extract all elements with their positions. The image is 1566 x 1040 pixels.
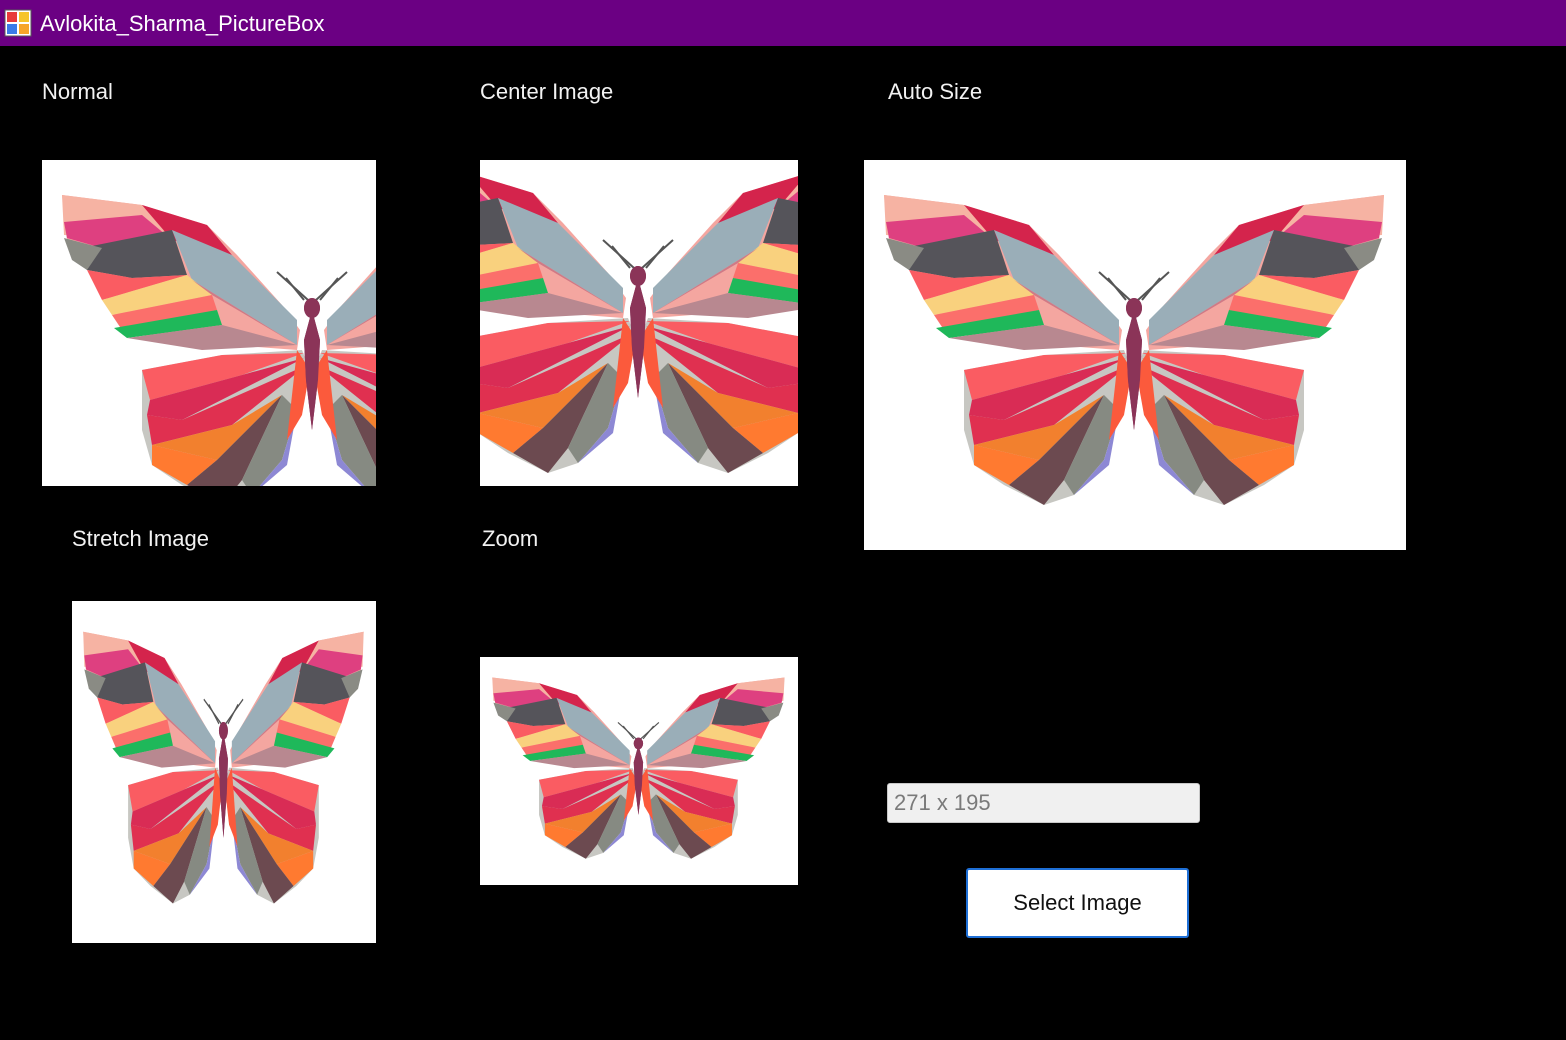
label-center-image: Center Image <box>480 79 614 104</box>
image-size-field[interactable] <box>887 783 1200 823</box>
label-auto-size: Auto Size <box>888 79 983 104</box>
picturebox-auto-size <box>864 160 1406 550</box>
form-client-area: Normal Center Image Auto Size Stretch Im… <box>0 46 1566 1040</box>
picturebox-zoom <box>480 657 798 885</box>
select-image-button[interactable]: Select Image <box>966 868 1189 938</box>
label-stretch-image: Stretch Image <box>72 526 209 551</box>
butterfly-image-normal <box>42 160 376 486</box>
butterfly-image-stretch <box>72 601 376 943</box>
label-normal: Normal <box>42 79 113 104</box>
picturebox-center-image <box>480 160 798 486</box>
butterfly-image-center <box>480 160 798 486</box>
app-icon <box>4 9 32 37</box>
label-zoom: Zoom <box>482 526 539 551</box>
butterfly-image-zoom <box>480 657 798 885</box>
butterfly-image-autosize <box>864 160 1406 550</box>
picturebox-stretch-image <box>72 601 376 943</box>
window-title: Avlokita_Sharma_PictureBox <box>40 11 325 36</box>
picturebox-normal <box>42 160 376 486</box>
title-bar[interactable]: Avlokita_Sharma_PictureBox <box>0 0 1566 46</box>
